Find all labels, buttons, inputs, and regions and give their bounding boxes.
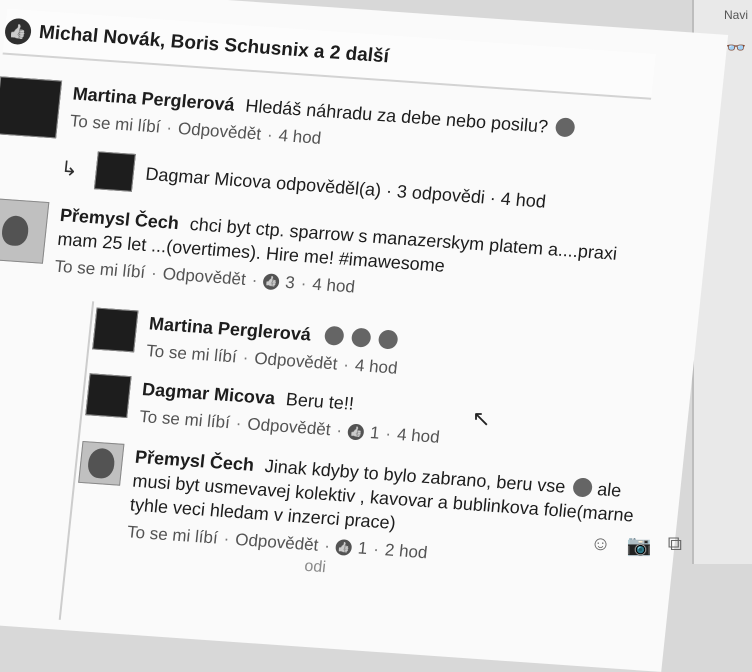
like-link[interactable]: To se mi líbí <box>138 407 230 433</box>
thumbs-up-icon: 👍 <box>347 423 365 441</box>
likes-count[interactable]: 1 <box>357 538 368 559</box>
avatar[interactable] <box>78 440 125 486</box>
reply-summary-text[interactable]: Dagmar Micova odpověděl(a) · 3 odpovědi … <box>144 162 547 214</box>
comment-premysl-2: Přemysl Čech Jinak kdyby to bylo zabrano… <box>70 440 655 602</box>
like-link[interactable]: To se mi líbí <box>69 111 161 137</box>
reply-link[interactable]: Odpovědět <box>234 530 319 556</box>
laughing-emoji-icon <box>377 329 399 350</box>
laughing-emoji-icon <box>323 325 345 346</box>
reply-link[interactable]: Odpovědět <box>177 119 262 145</box>
like-link[interactable]: To se mi líbí <box>145 341 237 367</box>
thumbs-up-icon: 👍 <box>262 273 281 291</box>
comment-dagmar: Dagmar Micova Beru te!! To se mi líbí · … <box>84 373 443 448</box>
sticker-icon[interactable]: ⧉ <box>668 533 682 558</box>
likes-summary-text[interactable]: Michal Novák, Boris Schusnix a 2 další <box>38 22 390 68</box>
comment-author[interactable]: Přemysl Čech <box>134 447 255 475</box>
comment-time[interactable]: 4 hod <box>396 425 440 448</box>
thumbs-up-icon: 👍 <box>335 538 353 556</box>
comment-martina-2: Martina Perglerová To se mi líbí · Odpov… <box>91 307 401 379</box>
feed-screen: 👍 Michal Novák, Boris Schusnix a 2 další… <box>0 0 729 672</box>
avatar[interactable] <box>0 76 63 139</box>
avatar[interactable] <box>0 197 50 264</box>
reply-link[interactable]: Odpovědět <box>253 349 338 375</box>
reply-link[interactable]: Odpovědět <box>246 414 332 440</box>
camera-icon[interactable]: 📷 <box>627 533 652 558</box>
emoji-picker-icon[interactable]: ☺ <box>590 533 610 558</box>
reply-link[interactable]: Odpovědět <box>162 264 247 290</box>
comment-author[interactable]: Martina Perglerová <box>148 313 312 344</box>
comment-author[interactable]: Dagmar Micova <box>141 379 276 408</box>
smile-emoji-icon <box>555 117 576 138</box>
avatar[interactable] <box>93 151 136 192</box>
reply-arrow-icon: ↳ <box>59 157 79 181</box>
likes-count[interactable]: 3 <box>284 273 295 294</box>
like-link[interactable]: To se mi líbí <box>54 257 146 283</box>
composer-icons: ☺ 📷 ⧉ <box>590 533 682 558</box>
mouse-cursor-icon: ↖ <box>472 406 491 431</box>
like-link[interactable]: To se mi líbí <box>126 522 218 548</box>
sidebar-nav-text[interactable]: Navi <box>724 8 748 22</box>
comment-time[interactable]: 4 hod <box>354 356 398 379</box>
comment-time[interactable]: 2 hod <box>384 540 428 563</box>
comment-time[interactable]: 4 hod <box>278 126 322 149</box>
comment-author[interactable]: Přemysl Čech <box>59 205 180 233</box>
comment-premysl-1: Přemysl Čech chci byt ctp. sparrow s man… <box>0 197 650 318</box>
likes-count[interactable]: 1 <box>369 423 380 444</box>
avatar[interactable] <box>92 307 139 353</box>
laughing-emoji-icon <box>350 327 372 348</box>
smile-emoji-icon <box>572 477 594 498</box>
comment-time[interactable]: 4 hod <box>311 275 355 298</box>
comment-text: Beru te!! <box>284 389 355 414</box>
thumbs-up-icon: 👍 <box>3 17 33 46</box>
avatar[interactable] <box>85 373 132 419</box>
glasses-icon[interactable]: 👓 <box>726 38 746 58</box>
comment-author[interactable]: Martina Perglerová <box>72 83 236 114</box>
